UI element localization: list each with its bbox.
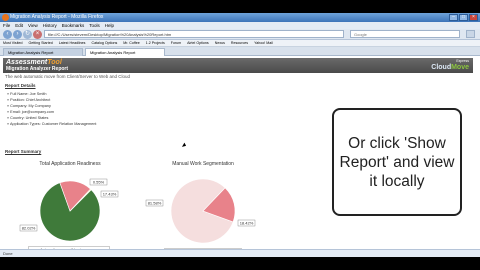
close-button[interactable]: ×: [469, 14, 478, 21]
svg-text:81.58%: 81.58%: [148, 201, 162, 206]
menu-help[interactable]: Help: [105, 22, 114, 29]
bookmark-item[interactable]: Most Visited: [3, 40, 23, 46]
back-button[interactable]: ‹: [3, 30, 12, 39]
window-titlebar: Migration Analysis Report - Mozilla Fire…: [0, 13, 480, 22]
menu-bar: File Edit View History Bookmarks Tools H…: [0, 22, 480, 29]
minimize-button[interactable]: –: [449, 14, 458, 21]
navigation-toolbar: ‹ › ↻ × file:///C:/Users/stevem/Desktop/…: [0, 29, 480, 40]
maximize-button[interactable]: □: [459, 14, 468, 21]
menu-edit[interactable]: Edit: [15, 22, 23, 29]
bookmark-item[interactable]: Catalog Options: [91, 40, 117, 46]
data-label: 17.43%: [100, 190, 119, 198]
svg-text:17.43%: 17.43%: [103, 192, 117, 197]
window-title: Migration Analysis Report - Mozilla Fire…: [10, 14, 104, 20]
bookmark-item[interactable]: Resources: [231, 40, 248, 46]
forward-button[interactable]: ›: [13, 30, 22, 39]
screen: Migration Analysis Report - Mozilla Fire…: [0, 13, 480, 257]
firefox-icon: [2, 14, 9, 21]
menu-bookmarks[interactable]: Bookmarks: [62, 22, 85, 29]
data-label: 0.55%: [89, 178, 108, 186]
reload-button[interactable]: ↻: [23, 30, 32, 39]
home-icon[interactable]: [466, 30, 475, 38]
bookmark-item[interactable]: Nexus: [215, 40, 225, 46]
menu-view[interactable]: View: [28, 22, 38, 29]
tab-strip: Migration Analysis Report Migration Anal…: [0, 47, 480, 56]
status-bar: Done: [0, 249, 480, 257]
data-label: 18.42%: [237, 219, 256, 227]
window-controls: – □ ×: [449, 14, 478, 21]
bookmark-item[interactable]: Latest Headlines: [59, 40, 86, 46]
callout-text: Or click 'Show Report' and view it local…: [339, 134, 455, 190]
bookmark-item[interactable]: Getting Started: [29, 40, 53, 46]
data-label: 82.02%: [19, 224, 38, 232]
data-label: 81.58%: [145, 199, 164, 207]
svg-text:18.42%: 18.42%: [240, 221, 254, 226]
address-bar[interactable]: file:///C:/Users/stevem/Desktop/Migratio…: [44, 30, 344, 38]
menu-tools[interactable]: Tools: [89, 22, 100, 29]
bookmark-item[interactable]: Yahoo! Mail: [254, 40, 273, 46]
bookmarks-toolbar: Most Visited Getting Started Latest Head…: [0, 40, 480, 47]
instruction-callout: Or click 'Show Report' and view it local…: [332, 108, 462, 216]
menu-file[interactable]: File: [3, 22, 10, 29]
tab-migration-report-2[interactable]: Migration Analysis Report: [85, 48, 165, 56]
bookmark-item[interactable]: 1.2 Projects: [146, 40, 165, 46]
stop-button[interactable]: ×: [33, 30, 42, 39]
tab-migration-report-1[interactable]: Migration Analysis Report: [3, 48, 83, 56]
bookmark-item[interactable]: Mr. Coffee: [123, 40, 140, 46]
svg-text:0.55%: 0.55%: [93, 180, 105, 185]
bookmark-item[interactable]: Forum: [171, 40, 181, 46]
bookmark-item[interactable]: Airtel Options: [187, 40, 209, 46]
menu-history[interactable]: History: [43, 22, 57, 29]
svg-text:82.02%: 82.02%: [22, 226, 36, 231]
search-input[interactable]: Google: [350, 30, 460, 38]
